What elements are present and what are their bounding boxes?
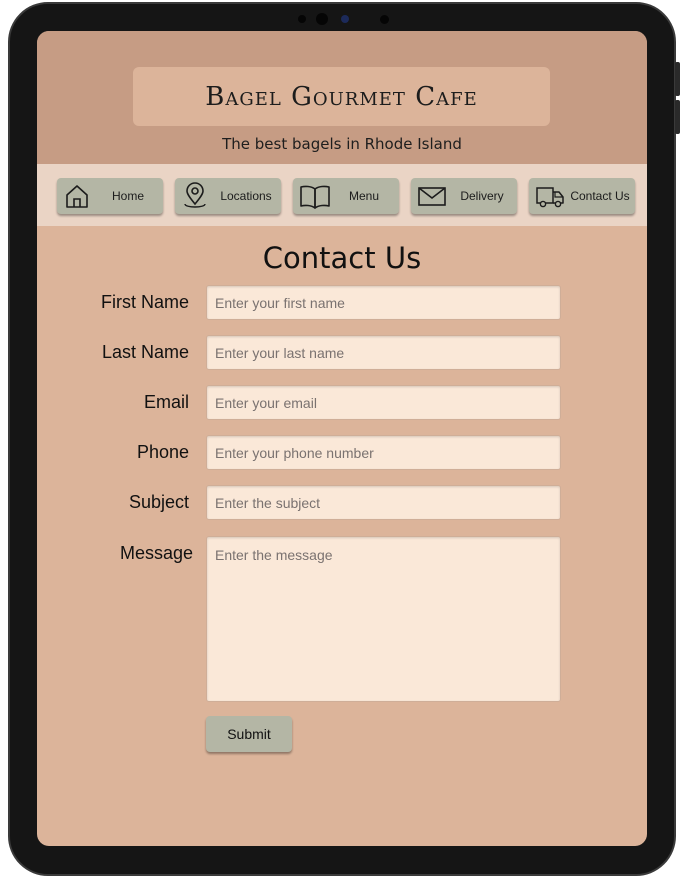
site-header: Bagel Gourmet Cafe The best bagels in Rh… [37,31,647,164]
volume-button [675,62,680,96]
open-book-icon [300,185,330,209]
last-name-label: Last Name [101,342,189,362]
nav-contact-button[interactable]: Contact Us [529,178,635,214]
volume-button [675,100,680,134]
nav-home-button[interactable]: Home [57,178,163,214]
nav-label: Contact Us [570,189,630,203]
nav-bar: Home Locations Menu Delivery Contact Us [37,164,647,226]
first-name-field[interactable] [206,285,561,320]
email-label: Email [143,392,189,412]
subject-field[interactable] [206,485,561,520]
first-name-label: First Name [100,292,189,312]
brand-banner: Bagel Gourmet Cafe [133,67,550,126]
envelope-icon [418,187,446,206]
email-field[interactable] [206,385,561,420]
app-screen: Bagel Gourmet Cafe The best bagels in Rh… [37,31,647,846]
camera-sensor [341,15,349,23]
camera-dot [380,15,389,24]
nav-label: Locations [220,189,272,203]
location-pin-icon [184,182,206,208]
page-title: Contact Us [262,241,422,275]
phone-label: Phone [136,442,189,462]
message-label: Message [119,543,193,563]
brand-tagline: The best bagels in Rhode Island [222,135,462,153]
phone-field[interactable] [206,435,561,470]
nav-delivery-button[interactable]: Delivery [411,178,517,214]
brand-title: Bagel Gourmet Cafe [205,81,478,112]
nav-locations-button[interactable]: Locations [175,178,281,214]
subject-label: Subject [128,492,189,512]
submit-button[interactable]: Submit [206,716,292,752]
home-icon [66,185,88,208]
camera-dot [298,15,306,23]
nav-label: Home [111,189,144,203]
camera-lens [316,13,328,25]
nav-label: Delivery [460,189,504,203]
last-name-field[interactable] [206,335,561,370]
truck-icon [536,187,564,208]
message-textarea[interactable] [206,536,561,702]
nav-label: Menu [348,189,380,203]
nav-menu-button[interactable]: Menu [293,178,399,214]
